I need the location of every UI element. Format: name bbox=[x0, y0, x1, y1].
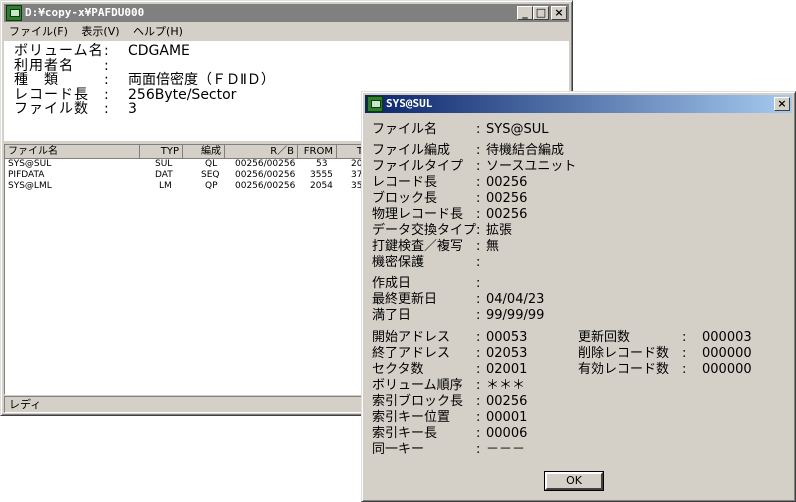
field-index-block-length: 索引ブロック長:00256 bbox=[372, 394, 528, 409]
dialog-app-icon bbox=[367, 96, 383, 112]
field-index-key-position: 索引キー位置:00001 bbox=[372, 410, 528, 425]
field-created-date: 作成日: bbox=[372, 276, 481, 291]
field-file-name: ファイル名: SYS@SUL bbox=[372, 122, 549, 137]
field-deleted-records: 削除レコード数:000000 bbox=[578, 346, 752, 361]
info-volume-name: ボリューム名: CDGAME bbox=[14, 43, 190, 59]
field-update-count: 更新回数:000003 bbox=[578, 330, 752, 345]
field-security: 機密保護: bbox=[372, 255, 481, 270]
close-button[interactable]: × bbox=[551, 6, 567, 20]
menu-view[interactable]: 表示(V) bbox=[76, 23, 124, 41]
field-index-key-length: 索引キー長:00006 bbox=[372, 426, 528, 441]
column-header-typ[interactable]: TYP bbox=[140, 145, 183, 159]
field-file-type: ファイルタイプ: ソースユニット bbox=[372, 159, 577, 174]
field-file-org: ファイル編成: 待機結合編成 bbox=[372, 143, 565, 158]
column-header-org[interactable]: 編成 bbox=[183, 145, 225, 159]
field-block-length: ブロック長:00256 bbox=[372, 191, 528, 206]
dialog-title: SYS@SUL bbox=[386, 97, 433, 110]
field-volume-sequence: ボリューム順序: ＊＊＊ bbox=[372, 378, 526, 393]
field-valid-records: 有効レコード数:000000 bbox=[578, 362, 752, 377]
main-title-bar[interactable]: D:¥copy-x¥PAFDU000 _ □ × bbox=[4, 4, 569, 22]
field-end-address: 終了アドレス:02053 bbox=[372, 346, 528, 361]
menu-help[interactable]: ヘルプ(H) bbox=[128, 23, 188, 41]
properties-dialog: SYS@SUL × ファイル名: SYS@SUL ファイル編成: 待機結合編成 ファ… bbox=[361, 91, 796, 502]
column-header-from[interactable]: FROM bbox=[298, 145, 337, 159]
dialog-close-button[interactable]: × bbox=[774, 97, 790, 111]
field-last-updated: 最終更新日:04/04/23 bbox=[372, 292, 545, 307]
table-row[interactable]: SYS@SUL SUL QL 00256/00256 53 205 bbox=[5, 159, 368, 170]
app-icon bbox=[6, 5, 22, 21]
field-physical-record-length: 物理レコード長:00256 bbox=[372, 207, 528, 222]
dialog-title-bar[interactable]: SYS@SUL × bbox=[365, 95, 792, 113]
field-sector-count: セクタ数:02001 bbox=[372, 362, 528, 377]
column-header-filename[interactable]: ファイル名 bbox=[5, 145, 140, 159]
field-start-address: 開始アドレス:00053 bbox=[372, 330, 528, 345]
field-data-exchange-type: データ交換タイプ: 拡張 bbox=[372, 223, 513, 238]
menu-file[interactable]: ファイル(F) bbox=[4, 23, 73, 41]
table-row[interactable]: PIFDATA DAT SEQ 00256/00256 3555 375 bbox=[5, 170, 368, 181]
info-file-count: ファイル数:3 bbox=[14, 101, 137, 117]
field-same-key: 同一キー: －－－ bbox=[372, 442, 526, 457]
maximize-button[interactable]: □ bbox=[533, 6, 549, 20]
column-header-rb[interactable]: R／B bbox=[225, 145, 298, 159]
field-record-length: レコード長:00256 bbox=[372, 175, 528, 190]
menu-bar: ファイル(F) 表示(V) ヘルプ(H) bbox=[4, 23, 569, 41]
info-type: 種 類: 両面倍密度（ＦＤⅡＤ） bbox=[14, 72, 275, 88]
table-row[interactable]: SYS@LML LM QP 00256/00256 2054 355 bbox=[5, 181, 368, 192]
minimize-button[interactable]: _ bbox=[517, 6, 533, 20]
ok-button[interactable]: OK bbox=[544, 471, 604, 491]
field-keypunch-verify: 打鍵検査／複写: 無 bbox=[372, 239, 500, 254]
field-expiry-date: 満了日:99/99/99 bbox=[372, 308, 545, 323]
main-window-title: D:¥copy-x¥PAFDU000 bbox=[25, 6, 145, 19]
